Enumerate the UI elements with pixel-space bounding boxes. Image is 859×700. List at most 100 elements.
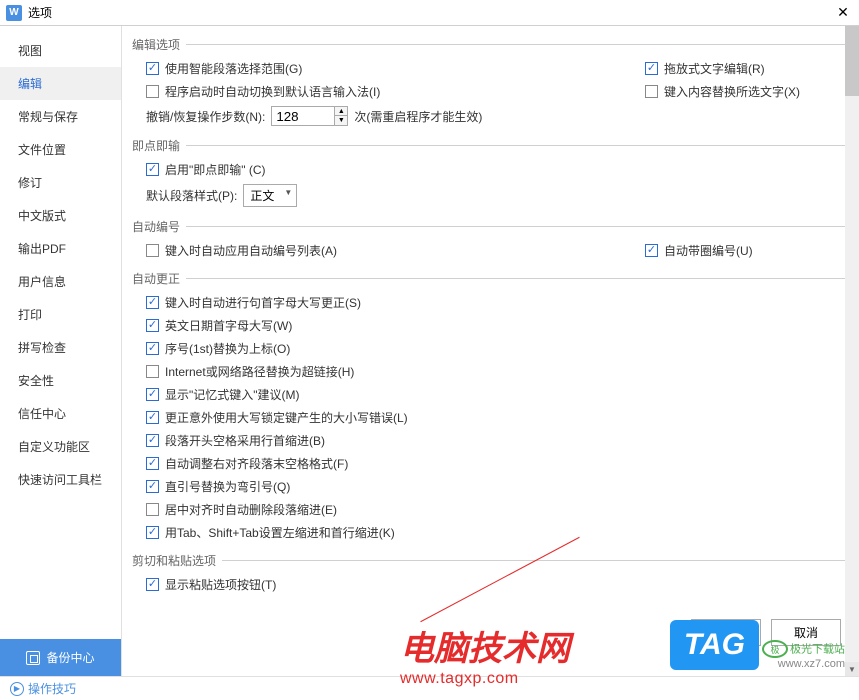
sidebar-label: 自定义功能区 — [18, 440, 90, 454]
checkbox-apply-list[interactable] — [146, 244, 159, 257]
sidebar-item-trust[interactable]: 信任中心 — [0, 397, 121, 430]
checkbox-memory[interactable] — [146, 388, 159, 401]
group-title: 编辑选项 — [132, 36, 180, 53]
checkbox-label: 程序启动时自动切换到默认语言输入法(I) — [165, 83, 380, 100]
sidebar-list: 视图 编辑 常规与保存 文件位置 修订 中文版式 输出PDF 用户信息 打印 拼… — [0, 26, 121, 639]
checkbox-indent-space[interactable] — [146, 434, 159, 447]
dialog-buttons: 确定 取消 — [691, 619, 841, 646]
checkbox-label: 键入时自动进行句首字母大写更正(S) — [165, 294, 361, 311]
ok-button[interactable]: 确定 — [691, 619, 761, 646]
group-instant: 即点即输 启用"即点即输" (C) 默认段落样式(P): 正文 — [132, 137, 845, 214]
sidebar-item-view[interactable]: 视图 — [0, 34, 121, 67]
sidebar-label: 用户信息 — [18, 275, 66, 289]
cancel-button[interactable]: 取消 — [771, 619, 841, 646]
checkbox-label: 显示粘贴选项按钮(T) — [165, 576, 276, 593]
select-value: 正文 — [250, 189, 274, 203]
sidebar-item-edit[interactable]: 编辑 — [0, 67, 121, 100]
scroll-down-icon[interactable]: ▼ — [845, 662, 859, 676]
sidebar-item-spell[interactable]: 拼写检查 — [0, 331, 121, 364]
sidebar-item-security[interactable]: 安全性 — [0, 364, 121, 397]
sidebar-label: 信任中心 — [18, 407, 66, 421]
sidebar: 视图 编辑 常规与保存 文件位置 修订 中文版式 输出PDF 用户信息 打印 拼… — [0, 26, 122, 676]
backup-icon — [26, 651, 40, 665]
checkbox-smart-quote[interactable] — [146, 480, 159, 493]
sidebar-label: 安全性 — [18, 374, 54, 388]
sidebar-label: 快速访问工具栏 — [18, 473, 102, 487]
app-icon: W — [6, 5, 22, 21]
tips-link[interactable]: ▶ 操作技巧 — [10, 680, 76, 697]
checkbox-label: 英文日期首字母大写(W) — [165, 317, 292, 334]
default-style-select[interactable]: 正文 — [243, 184, 297, 207]
sidebar-label: 视图 — [18, 44, 42, 58]
sidebar-item-general[interactable]: 常规与保存 — [0, 100, 121, 133]
tips-label: 操作技巧 — [28, 680, 76, 697]
main-area: 视图 编辑 常规与保存 文件位置 修订 中文版式 输出PDF 用户信息 打印 拼… — [0, 26, 859, 676]
checkbox-replace-sel[interactable] — [645, 85, 658, 98]
checkbox-del-indent[interactable] — [146, 503, 159, 516]
window-title: 选项 — [28, 4, 833, 21]
group-title: 即点即输 — [132, 137, 180, 154]
sidebar-label: 修订 — [18, 176, 42, 190]
checkbox-cap-first[interactable] — [146, 296, 159, 309]
checkbox-show-paste-btn[interactable] — [146, 578, 159, 591]
content-panel: 编辑选项 使用智能段落选择范围(G) 拖放式文字编辑(R) 程序启动时自动切换到… — [122, 26, 859, 676]
checkbox-hyperlink[interactable] — [146, 365, 159, 378]
checkbox-tab-indent[interactable] — [146, 526, 159, 539]
checkbox-label: 直引号替换为弯引号(Q) — [165, 478, 290, 495]
group-title: 剪切和粘贴选项 — [132, 552, 216, 569]
undo-steps-input[interactable] — [271, 106, 335, 126]
checkbox-label: 自动带圈编号(U) — [664, 242, 753, 259]
sidebar-label: 中文版式 — [18, 209, 66, 223]
sidebar-label: 编辑 — [18, 77, 42, 91]
checkbox-switch-ime[interactable] — [146, 85, 159, 98]
scroll-thumb[interactable] — [845, 26, 859, 96]
footer: ▶ 操作技巧 — [0, 676, 859, 700]
button-label: 取消 — [794, 626, 818, 640]
sidebar-label: 拼写检查 — [18, 341, 66, 355]
checkbox-label: 更正意外使用大写锁定键产生的大小写错误(L) — [165, 409, 408, 426]
checkbox-drag-edit[interactable] — [645, 62, 658, 75]
checkbox-capslock[interactable] — [146, 411, 159, 424]
backup-button[interactable]: 备份中心 — [0, 639, 121, 676]
checkbox-label: 显示"记忆式键入"建议(M) — [165, 386, 300, 403]
sidebar-item-userinfo[interactable]: 用户信息 — [0, 265, 121, 298]
sidebar-item-cjk[interactable]: 中文版式 — [0, 199, 121, 232]
help-icon: ▶ — [10, 682, 24, 696]
sidebar-item-print[interactable]: 打印 — [0, 298, 121, 331]
sidebar-label: 常规与保存 — [18, 110, 78, 124]
checkbox-cap-date[interactable] — [146, 319, 159, 332]
close-icon[interactable]: ✕ — [833, 3, 853, 23]
checkbox-label: 用Tab、Shift+Tab设置左缩进和首行缩进(K) — [165, 524, 395, 541]
style-label: 默认段落样式(P): — [146, 187, 237, 204]
sidebar-label: 输出PDF — [18, 242, 66, 256]
sidebar-label: 打印 — [18, 308, 42, 322]
checkbox-label: 居中对齐时自动删除段落缩进(E) — [165, 501, 337, 518]
sidebar-item-filelocation[interactable]: 文件位置 — [0, 133, 121, 166]
checkbox-label: 键入内容替换所选文字(X) — [664, 83, 800, 100]
checkbox-smart-select[interactable] — [146, 62, 159, 75]
sidebar-item-pdf[interactable]: 输出PDF — [0, 232, 121, 265]
group-title: 自动编号 — [132, 218, 180, 235]
button-label: 确定 — [714, 626, 738, 640]
sidebar-label: 文件位置 — [18, 143, 66, 157]
checkbox-label: 序号(1st)替换为上标(O) — [165, 340, 290, 357]
sidebar-item-revision[interactable]: 修订 — [0, 166, 121, 199]
checkbox-label: 启用"即点即输" (C) — [165, 161, 266, 178]
scrollbar[interactable]: ▲ ▼ — [845, 26, 859, 676]
checkbox-circle-num[interactable] — [645, 244, 658, 257]
checkbox-instant-enable[interactable] — [146, 163, 159, 176]
checkbox-ordinal[interactable] — [146, 342, 159, 355]
group-autonum: 自动编号 键入时自动应用自动编号列表(A) 自动带圈编号(U) — [132, 218, 845, 266]
undo-spinner[interactable]: ▲▼ — [335, 106, 348, 126]
checkbox-label: 使用智能段落选择范围(G) — [165, 60, 302, 77]
checkbox-label: 键入时自动应用自动编号列表(A) — [165, 242, 337, 259]
checkbox-trim-space[interactable] — [146, 457, 159, 470]
group-edit-options: 编辑选项 使用智能段落选择范围(G) 拖放式文字编辑(R) 程序启动时自动切换到… — [132, 36, 845, 133]
undo-label: 撤销/恢复操作步数(N): — [146, 108, 265, 125]
checkbox-label: Internet或网络路径替换为超链接(H) — [165, 363, 354, 380]
group-paste: 剪切和粘贴选项 显示粘贴选项按钮(T) — [132, 552, 845, 600]
sidebar-item-qat[interactable]: 快速访问工具栏 — [0, 463, 121, 496]
sidebar-item-customize[interactable]: 自定义功能区 — [0, 430, 121, 463]
undo-hint: 次(需重启程序才能生效) — [354, 108, 482, 125]
checkbox-label: 拖放式文字编辑(R) — [664, 60, 765, 77]
